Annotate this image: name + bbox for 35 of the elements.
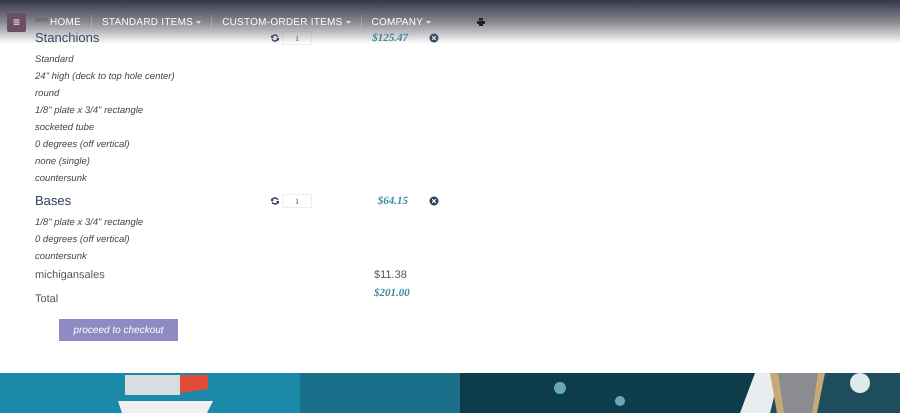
product-option: 1/8" plate x 3/4" rectangle <box>35 214 144 231</box>
nav-link[interactable]: CUSTOM-ORDER ITEMS <box>211 14 361 30</box>
shipping-price: $11.38 <box>374 268 407 283</box>
caret-icon <box>426 20 432 24</box>
print-icon[interactable] <box>477 18 486 26</box>
product-option: round <box>35 85 60 102</box>
product-option: countersunk <box>35 170 87 187</box>
product-option: 0 degrees (off vertical) <box>35 136 130 153</box>
refresh-icon[interactable] <box>270 196 280 206</box>
nav-link[interactable]: HOME <box>50 14 91 30</box>
total-price: $201.00 <box>374 286 410 301</box>
refresh-icon[interactable] <box>270 33 280 43</box>
caret-icon <box>196 20 202 24</box>
product-name: Bases <box>35 192 72 210</box>
caret-icon <box>346 20 351 24</box>
product-option: Standard <box>35 51 74 68</box>
product-option: 0 degrees (off vertical) <box>35 231 130 248</box>
shipping-label: michigansales <box>35 268 106 283</box>
nav-link[interactable]: STANDARD ITEMS <box>91 14 212 30</box>
total-label: Total <box>35 292 60 307</box>
product-option: none (single) <box>35 153 90 170</box>
item-price: $64.15 <box>376 194 408 209</box>
menu-button[interactable]: ≡ <box>7 12 26 32</box>
item-price: $125.47 <box>371 30 408 46</box>
nav-link[interactable]: COMPANY <box>360 14 442 30</box>
checkout-button[interactable]: proceed to checkout <box>59 319 178 341</box>
product-option: socketed tube <box>35 119 94 136</box>
product-option: 24" high (deck to top hole center) <box>35 68 175 85</box>
product-name: Stanchions <box>35 29 100 48</box>
quantity-field[interactable]: 1 <box>282 194 312 208</box>
quantity-field[interactable]: 1 <box>282 31 312 45</box>
remove-icon[interactable] <box>429 33 439 43</box>
product-option: 1/8" plate x 3/4" rectangle <box>35 102 144 119</box>
product-option: countersunk <box>35 248 87 265</box>
remove-icon[interactable] <box>429 196 439 206</box>
